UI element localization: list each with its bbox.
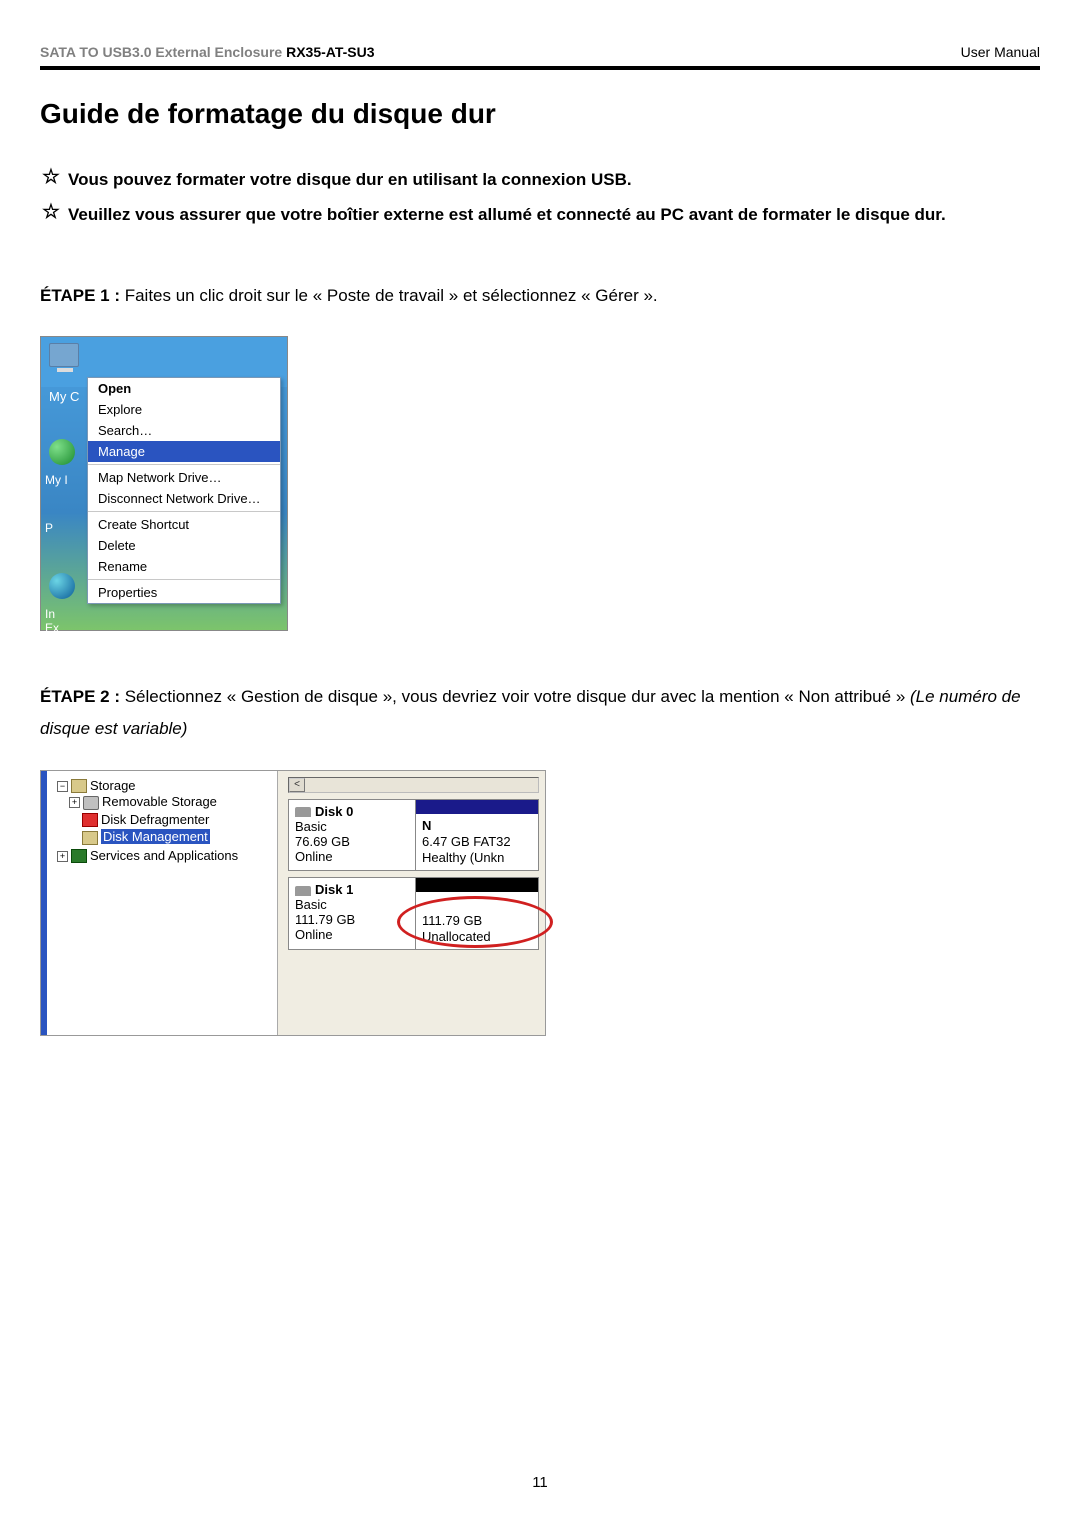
menu-separator xyxy=(88,511,280,512)
note-1: ☆ Vous pouvez formater votre disque dur … xyxy=(40,166,1040,195)
disk-row-1: Disk 1 Basic 111.79 GB Online 111.79 GB … xyxy=(288,877,539,950)
menu-item-manage[interactable]: Manage xyxy=(88,441,280,462)
partition-header-bar xyxy=(416,800,538,814)
star-icon: ☆ xyxy=(40,201,62,223)
disk-list-panel: < Disk 0 Basic 76.69 GB Online N 6.47 GB… xyxy=(278,771,545,1035)
menu-item-create-shortcut[interactable]: Create Shortcut xyxy=(88,514,280,535)
disk-1-size: 111.79 GB xyxy=(295,912,355,927)
disk-0-type: Basic xyxy=(295,819,327,834)
page-title: Guide de formatage du disque dur xyxy=(40,98,1040,130)
context-menu: Open Explore Search… Manage Map Network … xyxy=(87,377,281,604)
tree-item-removable-storage[interactable]: +Removable Storage xyxy=(69,793,273,811)
my-computer-label: My C xyxy=(49,389,79,404)
note-2: ☆ Veuillez vous assurer que votre boîtie… xyxy=(40,201,1040,230)
defragmenter-icon xyxy=(82,813,98,827)
desktop-icon[interactable] xyxy=(49,573,81,605)
header-rule xyxy=(40,66,1040,70)
screenshot-context-menu: My C My I P InEx Open Explore Search… Ma… xyxy=(40,336,288,631)
menu-item-explore[interactable]: Explore xyxy=(88,399,280,420)
menu-item-open[interactable]: Open xyxy=(88,378,280,399)
partition-status: Healthy (Unkn xyxy=(422,850,504,865)
star-icon: ☆ xyxy=(40,166,62,188)
desktop-icon[interactable] xyxy=(49,439,81,471)
disk-1-status: Online xyxy=(295,927,333,942)
disk-1-title: Disk 1 xyxy=(315,882,353,897)
collapse-icon[interactable]: − xyxy=(57,781,68,792)
menu-item-map-drive[interactable]: Map Network Drive… xyxy=(88,467,280,488)
step-2-text-a: Sélectionnez « Gestion de disque », vous… xyxy=(120,687,910,706)
step-1: ÉTAPE 1 : Faites un clic droit sur le « … xyxy=(40,280,1040,312)
storage-icon xyxy=(71,779,87,793)
step-2: ÉTAPE 2 : Sélectionnez « Gestion de disq… xyxy=(40,681,1040,746)
menu-item-properties[interactable]: Properties xyxy=(88,582,280,603)
disk-0-size: 76.69 GB xyxy=(295,834,350,849)
partition-header-bar xyxy=(416,878,538,892)
disk-icon xyxy=(295,886,311,896)
header-left: SATA TO USB3.0 External Enclosure RX35-A… xyxy=(40,44,375,60)
page-number: 11 xyxy=(0,1474,1080,1491)
partition-size: 6.47 GB FAT32 xyxy=(422,834,511,849)
services-icon xyxy=(71,849,87,863)
menu-separator xyxy=(88,464,280,465)
note-1-text: Vous pouvez formater votre disque dur en… xyxy=(68,166,632,195)
disk-1-header[interactable]: Disk 1 Basic 111.79 GB Online xyxy=(289,878,416,949)
disk-row-0: Disk 0 Basic 76.69 GB Online N 6.47 GB F… xyxy=(288,799,539,872)
header-right: User Manual xyxy=(961,44,1040,60)
menu-separator xyxy=(88,579,280,580)
desktop-icon-label: P xyxy=(45,521,53,535)
disk-1-type: Basic xyxy=(295,897,327,912)
disk-0-title: Disk 0 xyxy=(315,804,353,819)
product-prefix: SATA TO USB3.0 External Enclosure xyxy=(40,44,286,60)
tree-item-storage[interactable]: −Storage +Removable Storage Disk Defragm… xyxy=(57,777,273,847)
step-1-text: Faites un clic droit sur le « Poste de t… xyxy=(120,286,658,305)
disk-0-header[interactable]: Disk 0 Basic 76.69 GB Online xyxy=(289,800,416,871)
menu-item-search[interactable]: Search… xyxy=(88,420,280,441)
tree-item-disk-defragmenter[interactable]: Disk Defragmenter xyxy=(69,811,273,829)
mmc-tree: −Storage +Removable Storage Disk Defragm… xyxy=(41,771,278,1035)
tree-item-disk-management[interactable]: Disk Management xyxy=(69,828,273,846)
step-1-label: ÉTAPE 1 : xyxy=(40,286,120,305)
horizontal-scrollbar[interactable]: < xyxy=(288,777,539,793)
expand-icon[interactable]: + xyxy=(57,851,68,862)
menu-item-disconnect-drive[interactable]: Disconnect Network Drive… xyxy=(88,488,280,509)
desktop-icon-label: InEx xyxy=(45,607,59,635)
partition-label: N xyxy=(422,818,431,833)
expand-icon[interactable]: + xyxy=(69,797,80,808)
disk-management-icon xyxy=(82,831,98,845)
menu-item-delete[interactable]: Delete xyxy=(88,535,280,556)
disk-icon xyxy=(295,807,311,817)
partition-body: N 6.47 GB FAT32 Healthy (Unkn xyxy=(416,814,538,871)
disk-0-status: Online xyxy=(295,849,333,864)
desktop-icon-label: My I xyxy=(45,473,68,487)
disk-0-partition[interactable]: N 6.47 GB FAT32 Healthy (Unkn xyxy=(416,800,538,871)
header: SATA TO USB3.0 External Enclosure RX35-A… xyxy=(40,44,1040,60)
menu-item-rename[interactable]: Rename xyxy=(88,556,280,577)
my-computer-icon[interactable] xyxy=(49,343,81,371)
note-2-text: Veuillez vous assurer que votre boîtier … xyxy=(68,201,946,230)
tree-item-services[interactable]: +Services and Applications xyxy=(57,847,273,865)
screenshot-disk-management: −Storage +Removable Storage Disk Defragm… xyxy=(40,770,546,1036)
tree-selection-bar xyxy=(41,771,47,1035)
step-2-label: ÉTAPE 2 : xyxy=(40,687,120,706)
scroll-left-icon[interactable]: < xyxy=(289,778,305,792)
removable-storage-icon xyxy=(83,796,99,810)
product-model: RX35-AT-SU3 xyxy=(286,44,374,60)
